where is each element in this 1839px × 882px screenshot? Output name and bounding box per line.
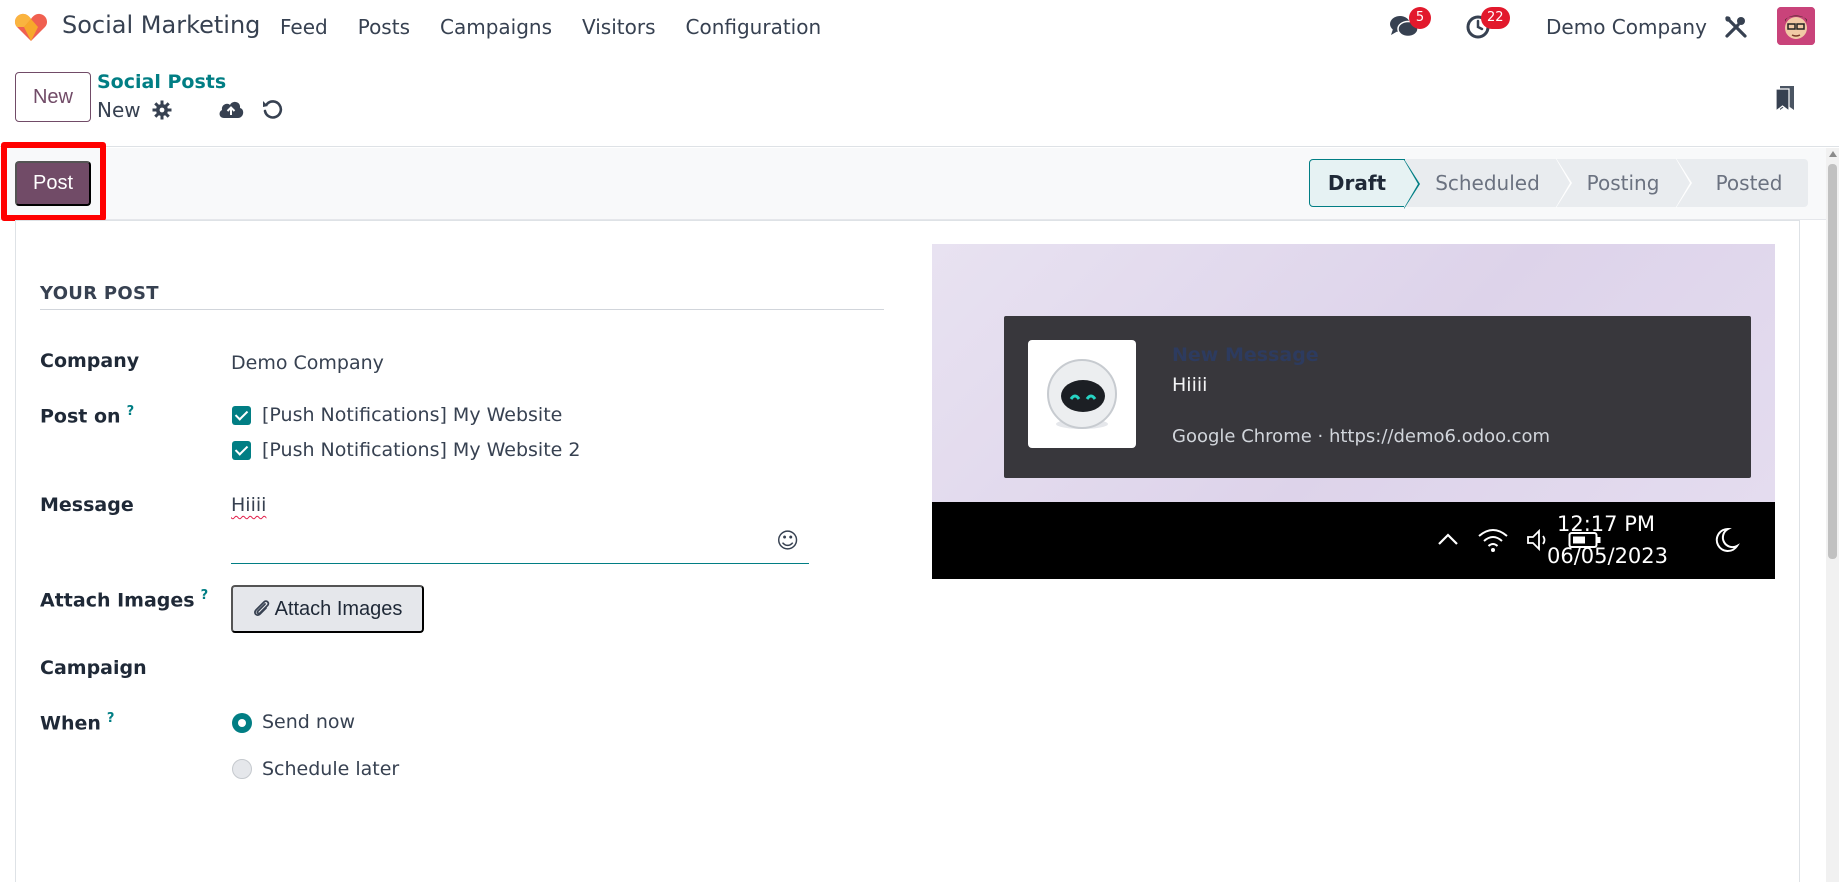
message-text: Hiiii — [231, 494, 267, 516]
messages-count-badge: 5 — [1409, 7, 1431, 29]
section-divider — [40, 309, 884, 310]
stage-posted[interactable]: Posted — [1676, 159, 1808, 207]
tools-icon — [1725, 16, 1747, 38]
new-button[interactable]: New — [15, 72, 91, 122]
chevron-up-icon — [1438, 533, 1458, 545]
attach-images-button-label: Attach Images — [274, 597, 403, 620]
emoji-picker-icon[interactable]: ☺ — [776, 529, 799, 554]
notification-source: Google Chrome · https://demo6.odoo.com — [1172, 426, 1551, 447]
cloud-upload-icon — [219, 101, 244, 118]
attach-images-button[interactable]: Attach Images — [231, 585, 424, 633]
post-on-label: Post on? — [40, 404, 134, 427]
when-label-text: When — [40, 712, 101, 735]
when-label: When? — [40, 711, 114, 734]
scroll-up-arrow-icon[interactable] — [1829, 151, 1837, 157]
wifi-icon — [1478, 529, 1508, 552]
top-navbar: Social Marketing Feed Posts Campaigns Vi… — [0, 0, 1839, 52]
control-panel: New Social Posts New — [0, 52, 1839, 147]
stage-posting[interactable]: Posting — [1556, 158, 1692, 208]
push-notification-preview: New Message Hiiii Google Chrome · https:… — [932, 244, 1775, 579]
stage-draft[interactable]: Draft — [1309, 159, 1420, 209]
attach-images-label-text: Attach Images — [40, 589, 195, 612]
help-tooltip-icon[interactable]: ? — [127, 404, 135, 419]
menu-item-feed[interactable]: Feed — [280, 15, 328, 39]
clock-time: 12:17 PM — [1557, 512, 1655, 536]
stage-arrow — [1404, 160, 1418, 208]
help-tooltip-icon[interactable]: ? — [201, 588, 209, 603]
os-taskbar: 12:17 PM 06/05/2023 — [932, 502, 1775, 579]
menu-item-visitors[interactable]: Visitors — [582, 15, 656, 39]
company-value[interactable]: Demo Company — [231, 352, 384, 374]
help-tooltip-icon[interactable]: ? — [107, 711, 115, 726]
radio-schedule-later-label[interactable]: Schedule later — [262, 758, 399, 780]
record-actions-button[interactable] — [150, 98, 174, 122]
stage-label: Scheduled — [1435, 171, 1540, 195]
stage-label: Posted — [1715, 171, 1783, 195]
company-switcher[interactable]: Demo Company — [1546, 15, 1707, 39]
post-button-highlight — [1, 142, 106, 221]
stage-arrow — [1556, 159, 1570, 207]
robot-icon — [1047, 359, 1117, 429]
notification-image — [1028, 340, 1136, 448]
paperclip-icon — [253, 600, 269, 616]
account-label-2: [Push Notifications] My Website 2 — [262, 439, 581, 461]
stage-pipeline: Draft Scheduled Posting Posted — [1309, 158, 1808, 209]
radio-schedule-later[interactable] — [232, 759, 252, 779]
stage-label: Posting — [1586, 171, 1660, 195]
main-menu: Feed Posts Campaigns Visitors Configurat… — [280, 15, 851, 39]
breadcrumb-current: New — [97, 98, 141, 122]
menu-item-posts[interactable]: Posts — [358, 15, 410, 39]
account-checkbox-2[interactable] — [232, 441, 251, 460]
company-label: Company — [40, 350, 140, 372]
post-on-label-text: Post on — [40, 405, 121, 428]
menu-item-configuration[interactable]: Configuration — [686, 15, 822, 39]
campaign-label: Campaign — [40, 657, 147, 679]
message-label: Message — [40, 494, 134, 516]
stage-label: Draft — [1327, 171, 1387, 195]
breadcrumb-social-posts[interactable]: Social Posts — [97, 71, 226, 93]
debug-tools-button[interactable] — [1722, 13, 1750, 41]
page-scrollbar[interactable] — [1826, 148, 1839, 882]
discard-button[interactable] — [259, 96, 285, 122]
night-mode-icon — [1715, 527, 1740, 552]
bookmark-button[interactable] — [1772, 82, 1798, 114]
stage-scheduled[interactable]: Scheduled — [1405, 158, 1572, 208]
account-label-1: [Push Notifications] My Website — [262, 404, 563, 426]
notification-card: New Message Hiiii Google Chrome · https:… — [1004, 316, 1751, 478]
stage-arrow — [1676, 159, 1690, 207]
radio-send-now[interactable] — [232, 713, 252, 733]
save-button[interactable] — [217, 96, 245, 122]
scrollbar-thumb[interactable] — [1828, 164, 1837, 559]
notification-title: New Message — [1172, 344, 1319, 366]
user-avatar[interactable] — [1777, 7, 1815, 45]
app-name[interactable]: Social Marketing — [62, 11, 260, 39]
radio-send-now-label[interactable]: Send now — [262, 711, 355, 733]
user-avatar-icon — [1777, 7, 1815, 45]
undo-icon — [263, 100, 283, 119]
gear-icon — [152, 100, 172, 120]
menu-item-campaigns[interactable]: Campaigns — [440, 15, 552, 39]
attach-images-label: Attach Images? — [40, 588, 208, 611]
notification-body: Hiiii — [1172, 374, 1208, 396]
clock-date: 06/05/2023 — [1546, 544, 1669, 568]
bookmark-icon — [1775, 86, 1794, 112]
activities-count-badge: 22 — [1481, 7, 1510, 29]
message-input[interactable]: Hiiii ☺ — [231, 492, 809, 564]
social-marketing-logo-icon[interactable] — [14, 12, 48, 42]
account-checkbox-1[interactable] — [232, 406, 251, 425]
section-title-your-post: YOUR POST — [40, 283, 159, 304]
